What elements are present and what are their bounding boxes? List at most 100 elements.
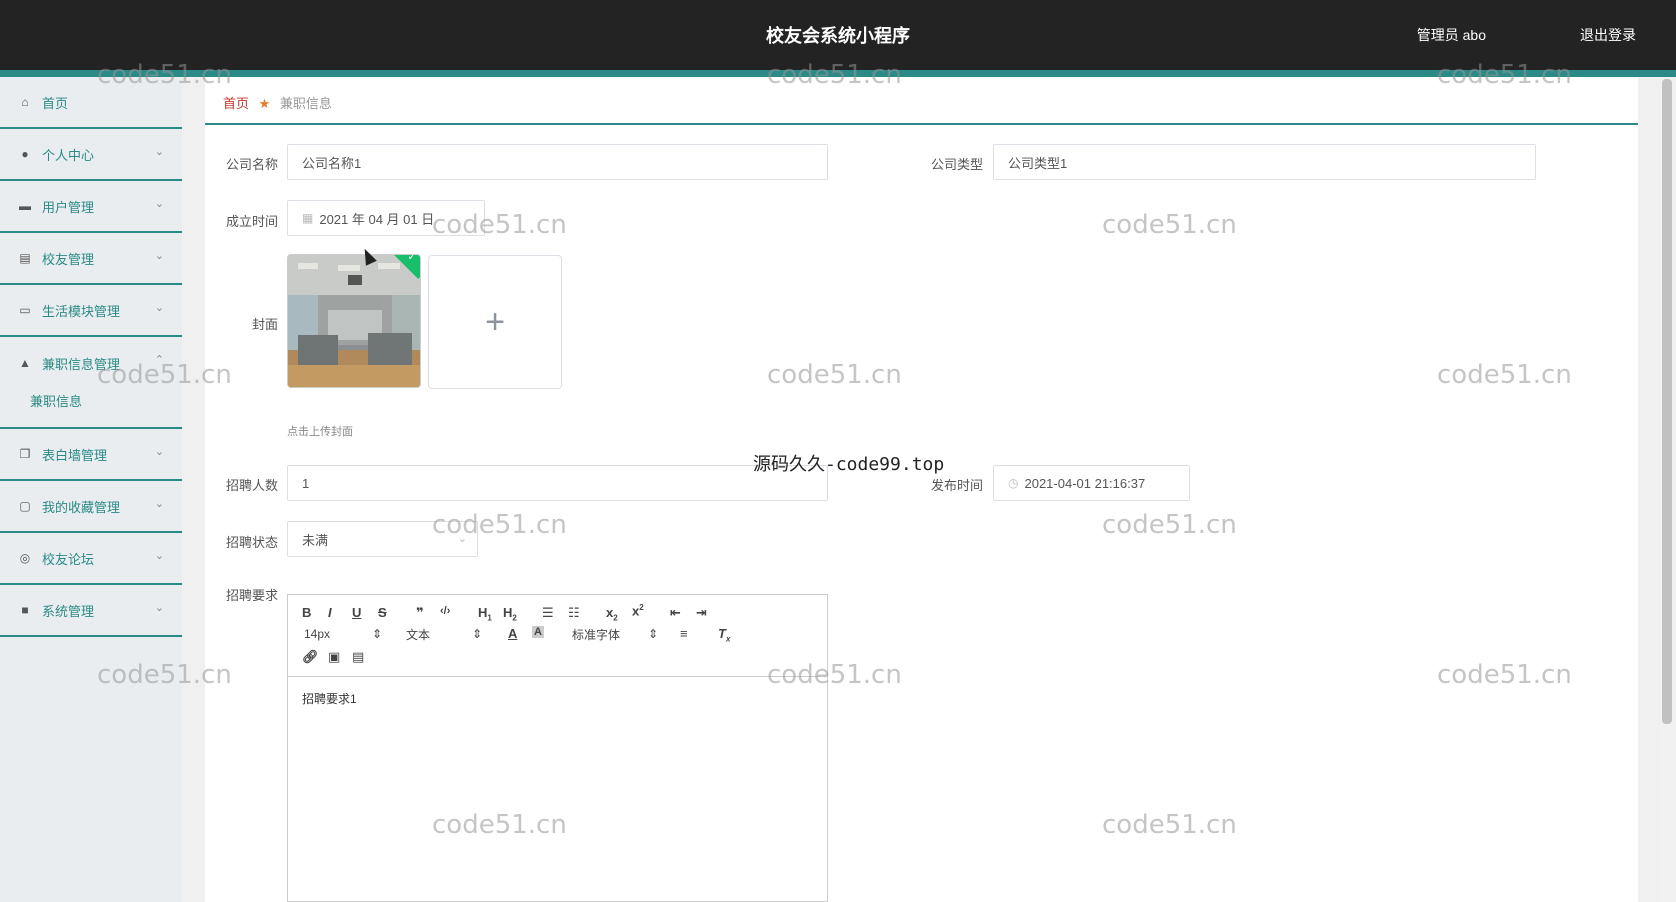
code-icon[interactable]: ‹/› bbox=[440, 605, 450, 617]
underline-icon[interactable]: U bbox=[352, 605, 361, 620]
settings-icon: ■ bbox=[21, 603, 29, 617]
sidebar-item-home[interactable]: ⌂ 首页 bbox=[0, 77, 182, 129]
headcount-label: 招聘人数 bbox=[225, 478, 278, 493]
blockquote-icon[interactable]: ❞ bbox=[416, 605, 424, 621]
sidebar-item-label: 系统管理 bbox=[42, 603, 95, 619]
clear-format-icon[interactable]: Tx bbox=[718, 626, 730, 644]
chevron-up-icon: ⌃ bbox=[154, 354, 164, 366]
font-size-arrow-icon: ⇕ bbox=[372, 627, 383, 641]
superscript-icon[interactable]: x2 bbox=[632, 603, 644, 618]
headcount-input[interactable]: 1 bbox=[287, 465, 828, 501]
indent-icon[interactable]: ⇥ bbox=[696, 605, 707, 621]
breadcrumb: 首页 ★ 兼职信息 bbox=[223, 93, 332, 112]
chevron-down-icon: ⌄ bbox=[154, 446, 164, 458]
person-icon: ▲ bbox=[19, 356, 31, 370]
office-photo bbox=[288, 255, 420, 387]
sidebar-item-label: 个人中心 bbox=[42, 147, 95, 163]
sidebar-item-label: 首页 bbox=[42, 95, 69, 111]
chevron-down-icon: ⌄ bbox=[457, 533, 467, 545]
sidebar-item-favorites[interactable]: ▢ 我的收藏管理 ⌄ bbox=[0, 481, 182, 533]
sidebar-item-forum[interactable]: ◎ 校友论坛 ⌄ bbox=[0, 533, 182, 585]
cover-image-preview[interactable]: ✓ bbox=[287, 254, 421, 388]
clock-icon: ◷ bbox=[1008, 476, 1019, 490]
font-color-icon[interactable]: A bbox=[508, 626, 517, 641]
text-style-select[interactable]: 文本 bbox=[406, 626, 430, 643]
calendar-icon: ▦ bbox=[302, 211, 314, 225]
sidebar-item-label: 我的收藏管理 bbox=[42, 499, 121, 515]
editor-content[interactable]: 招聘要求1 bbox=[302, 690, 357, 707]
align-icon[interactable]: ≡ bbox=[680, 626, 688, 641]
sidebar-item-label: 校友管理 bbox=[42, 251, 95, 267]
sidebar-item-label: 兼职信息管理 bbox=[42, 356, 121, 372]
status-label: 招聘状态 bbox=[225, 535, 278, 550]
text-style-arrow-icon: ⇕ bbox=[472, 627, 483, 641]
breadcrumb-home-link[interactable]: 首页 bbox=[223, 96, 249, 111]
company-type-label: 公司类型 bbox=[930, 157, 983, 172]
page-scrollbar-thumb[interactable] bbox=[1662, 79, 1672, 724]
chevron-down-icon: ⌄ bbox=[154, 602, 164, 614]
header-divider bbox=[0, 70, 1676, 77]
company-type-input[interactable]: 公司类型1 bbox=[993, 144, 1536, 180]
background-color-icon[interactable]: A bbox=[532, 626, 544, 638]
rich-text-editor[interactable]: B I U S ❞ ‹/› H1 H2 ☰ ☷ x2 x2 ⇤ ⇥ 14px ⇕… bbox=[287, 594, 828, 902]
video-icon[interactable]: ▤ bbox=[352, 649, 364, 665]
message-icon: ▢ bbox=[19, 499, 31, 513]
chevron-down-icon: ⌄ bbox=[154, 250, 164, 262]
status-select[interactable]: 未满 ⌄ bbox=[287, 521, 478, 557]
founded-date-label: 成立时间 bbox=[225, 214, 278, 229]
upload-tip: 点击上传封面 bbox=[287, 426, 353, 438]
user-icon: ● bbox=[21, 147, 29, 161]
bullet-list-icon[interactable]: ☷ bbox=[568, 605, 580, 621]
breadcrumb-divider bbox=[205, 123, 1638, 125]
publish-time-picker[interactable]: ◷ 2021-04-01 21:16:37 bbox=[993, 465, 1190, 501]
founded-date-value: 2021 年 04 月 01 日 bbox=[319, 211, 435, 227]
chevron-down-icon: ⌄ bbox=[154, 498, 164, 510]
sidebar-item-label: 表白墙管理 bbox=[42, 447, 108, 463]
font-size-select[interactable]: 14px bbox=[304, 627, 330, 641]
sidebar-item-user-management[interactable]: ▬ 用户管理 ⌄ bbox=[0, 181, 182, 233]
breadcrumb-current: 兼职信息 bbox=[279, 96, 332, 111]
italic-icon[interactable]: I bbox=[328, 605, 332, 620]
subscript-icon[interactable]: x2 bbox=[606, 605, 618, 623]
sidebar-item-system[interactable]: ■ 系统管理 ⌄ bbox=[0, 585, 182, 637]
briefcase-icon: ▬ bbox=[19, 199, 31, 213]
heading2-icon[interactable]: H2 bbox=[503, 605, 517, 623]
sidebar-item-confession-wall[interactable]: ❐ 表白墙管理 ⌄ bbox=[0, 429, 182, 481]
star-icon: ★ bbox=[258, 96, 271, 111]
bold-icon[interactable]: B bbox=[302, 605, 311, 620]
top-bar: 校友会系统小程序 管理员 abo 退出登录 bbox=[0, 0, 1676, 70]
home-icon: ⌂ bbox=[21, 95, 29, 109]
editor-toolbar: B I U S ❞ ‹/› H1 H2 ☰ ☷ x2 x2 ⇤ ⇥ 14px ⇕… bbox=[288, 595, 827, 677]
sidebar: ⌂ 首页 ● 个人中心 ⌄ ▬ 用户管理 ⌄ ▤ 校友管理 ⌄ ▭ 生活模块管理… bbox=[0, 77, 182, 902]
publish-time-value: 2021-04-01 21:16:37 bbox=[1024, 475, 1146, 491]
outdent-icon[interactable]: ⇤ bbox=[670, 605, 681, 621]
admin-user-label: 管理员 abo bbox=[1416, 27, 1486, 43]
chevron-down-icon: ⌄ bbox=[154, 302, 164, 314]
globe-icon: ◎ bbox=[19, 551, 31, 565]
logout-button[interactable]: 退出登录 bbox=[1580, 25, 1636, 45]
company-name-input[interactable]: 公司名称1 bbox=[287, 144, 828, 180]
sidebar-subitem-parttime-info[interactable]: 兼职信息 bbox=[30, 391, 82, 410]
sidebar-item-parttime-management[interactable]: ▲ 兼职信息管理 ⌃ bbox=[0, 337, 182, 389]
heading1-icon[interactable]: H1 bbox=[478, 605, 492, 623]
requirements-label: 招聘要求 bbox=[225, 588, 278, 603]
font-family-select[interactable]: 标准字体 bbox=[572, 626, 620, 643]
sidebar-item-label: 用户管理 bbox=[42, 199, 95, 215]
sidebar-item-alumni-management[interactable]: ▤ 校友管理 ⌄ bbox=[0, 233, 182, 285]
copy-icon: ❐ bbox=[19, 447, 31, 461]
chevron-down-icon: ⌄ bbox=[154, 198, 164, 210]
sidebar-item-label: 生活模块管理 bbox=[42, 303, 121, 319]
sidebar-item-personal-center[interactable]: ● 个人中心 ⌄ bbox=[0, 129, 182, 181]
chevron-down-icon: ⌄ bbox=[154, 146, 164, 158]
ordered-list-icon[interactable]: ☰ bbox=[542, 605, 554, 621]
sidebar-item-life-module[interactable]: ▭ 生活模块管理 ⌄ bbox=[0, 285, 182, 337]
founded-date-picker[interactable]: ▦ 2021 年 04 月 01 日 bbox=[287, 200, 485, 236]
image-icon[interactable]: ▣ bbox=[328, 649, 340, 665]
card-icon: ▭ bbox=[19, 303, 31, 317]
add-cover-button[interactable]: + bbox=[428, 255, 562, 389]
cover-label: 封面 bbox=[251, 317, 278, 332]
company-name-label: 公司名称 bbox=[225, 157, 278, 172]
chevron-down-icon: ⌄ bbox=[154, 550, 164, 562]
link-icon[interactable]: 🔗︎ bbox=[302, 649, 319, 665]
strikethrough-icon[interactable]: S bbox=[378, 605, 387, 620]
